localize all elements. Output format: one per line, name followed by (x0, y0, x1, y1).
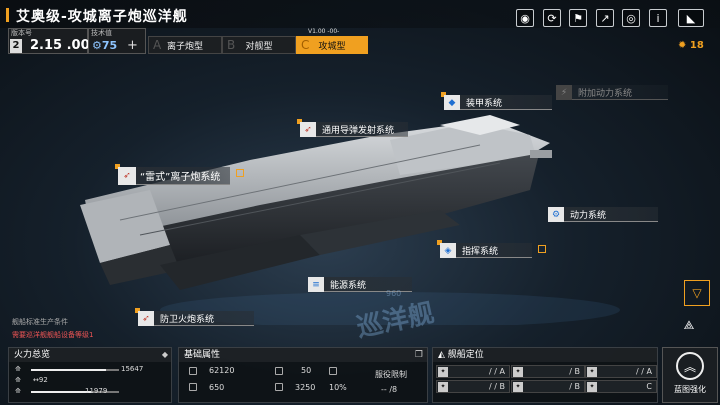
position-cell-4[interactable]: ✦ / / B (436, 380, 510, 393)
variant-tab-c[interactable]: C 攻城型 (296, 36, 368, 54)
firepower-value-1: 15647 (121, 365, 144, 373)
filter-icon[interactable]: ▽ (684, 280, 710, 306)
title-accent (6, 8, 9, 22)
variant-tab-a[interactable]: A 离子炮型 (148, 36, 222, 54)
service-limit-label: 服役限制 (375, 370, 407, 379)
energy-value: 3250 (295, 383, 316, 392)
production-condition-text: 需要巡洋舰舰船设备等级1 (12, 331, 94, 339)
copy-icon[interactable]: ❐ (415, 350, 423, 360)
slot-marker (538, 245, 546, 253)
firepower-panel: 火力总览 ◆ ⟰ 15647 ⟰ ↔92 ⟰ 11979 (8, 347, 172, 403)
version-value: 2.15 .00 (30, 38, 90, 53)
slot-marker (236, 169, 244, 177)
ion-cannon-icon: ➶ (118, 167, 136, 185)
evasion-icon (329, 367, 337, 375)
watermark-number: 960 (386, 289, 402, 298)
camera-icon[interactable]: ◉ (516, 9, 534, 27)
role-icon: ✦ (513, 367, 523, 377)
share-icon[interactable]: ↗ (596, 9, 614, 27)
callout-missile-system[interactable]: ➶ 通用导弹发射系统 (297, 119, 408, 137)
role-icon: ✦ (587, 382, 597, 392)
positioning-icon: ◭ (438, 350, 448, 360)
energy-stat-icon (275, 383, 283, 391)
version-caption: V1.00 -00- (308, 28, 340, 35)
firepower-value-3: 11979 (85, 387, 108, 395)
hp-icon (189, 367, 197, 375)
role-icon: ✦ (438, 382, 448, 392)
version-number: 2 (10, 39, 22, 53)
firepower-value-2: ↔92 (33, 376, 48, 384)
role-icon: ✦ (438, 367, 448, 377)
eye-icon[interactable]: ◎ (622, 9, 640, 27)
callout-aux-power-system[interactable]: ⚡ 附加动力系统 (556, 85, 668, 100)
position-cell-6[interactable]: ✦ C (585, 380, 657, 393)
version-label: 版本号 (11, 29, 32, 37)
tech-label: 技术值 (91, 29, 112, 37)
callout-ion-cannon-system[interactable]: ➶ “雷式”离子炮系统 (115, 164, 244, 185)
callout-defense-system[interactable]: ➶ 防卫火炮系统 (135, 308, 254, 326)
gallery-icon[interactable]: ⚑ (569, 9, 587, 27)
currency-counter: ✹ 18 (678, 40, 704, 51)
aux-power-icon: ⚡ (556, 85, 572, 100)
firepower-title: 火力总览 (9, 348, 171, 362)
position-cell-3[interactable]: ✦ / / A (585, 365, 657, 378)
callout-command-system[interactable]: ◈ 指挥系统 (437, 240, 546, 258)
info-icon[interactable]: i (649, 9, 667, 27)
energy-icon: ≡ (308, 277, 324, 292)
positioning-title: ◭ 舰船定位 (433, 348, 657, 362)
role-icon: ✦ (513, 382, 523, 392)
page-title: 艾奥级-攻城离子炮巡洋舰 (16, 9, 188, 25)
missile-icon: ➶ (300, 122, 316, 137)
firepower-row-icon: ⟰ (15, 387, 21, 395)
hp-value: 62120 (209, 366, 235, 375)
evasion-value: 10% (329, 383, 347, 392)
blueprint-label: 蓝图强化 (674, 385, 706, 394)
variant-tab-b[interactable]: B 对舰型 (222, 36, 296, 54)
refresh-icon[interactable]: ⟳ (543, 9, 561, 27)
production-condition-label: 舰船标准生产条件 (12, 318, 68, 326)
attributes-title: 基础属性 (179, 348, 427, 362)
command-icon: ◈ (440, 243, 456, 258)
armor-value: 50 (301, 366, 312, 375)
power-icon: ⚙ (548, 207, 564, 222)
position-cell-2[interactable]: ✦ / B (511, 365, 585, 378)
armor-stat-icon (275, 367, 283, 375)
role-icon: ✦ (587, 367, 597, 377)
position-cell-1[interactable]: ✦ / / A (436, 365, 510, 378)
firepower-row-icon: ⟰ (15, 365, 21, 373)
expand-icon[interactable]: ◆ (162, 350, 168, 359)
speed-value: 650 (209, 383, 225, 392)
service-limit-value: -- /8 (381, 385, 398, 394)
switch-icon[interactable]: ⟁ (676, 312, 702, 338)
callout-armor-system[interactable]: ◆ 装甲系统 (441, 92, 552, 110)
firepower-bar-1 (31, 369, 119, 371)
speed-icon (189, 383, 197, 391)
tech-value: ⚙75 (92, 39, 118, 52)
attributes-panel: 基础属性 ❐ 62120 50 650 3250 10% 服役限制 -- /8 (178, 347, 428, 403)
firepower-row-icon: ⟰ (15, 376, 21, 384)
back-icon[interactable]: ◣ (678, 9, 704, 27)
position-cell-5[interactable]: ✦ / B (511, 380, 585, 393)
positioning-panel: ◭ 舰船定位 ✦ / / A ✦ / B ✦ / / A ✦ / / B ✦ / B ✦ C (432, 347, 658, 403)
callout-power-system[interactable]: ⚙ 动力系统 (548, 207, 658, 222)
defense-icon: ➶ (138, 311, 154, 326)
chip-icon: ✹ (678, 40, 690, 51)
tech-plus-button[interactable]: + (127, 38, 138, 53)
upgrade-chevron-icon: ︽ (676, 352, 704, 380)
armor-icon: ◆ (444, 95, 460, 110)
